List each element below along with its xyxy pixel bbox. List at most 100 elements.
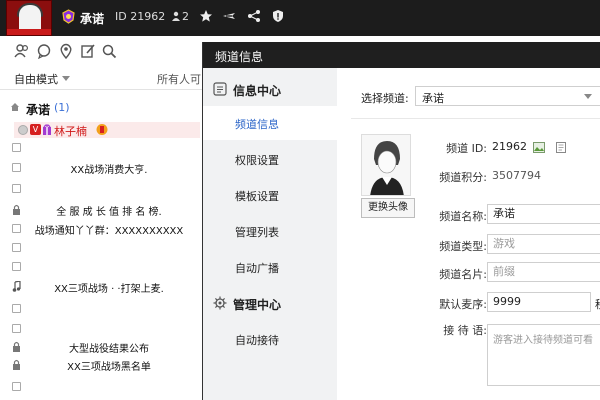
channel-avatar	[361, 134, 411, 196]
list-item[interactable]: 战场通知丫丫群：XXXXXXXXXX	[0, 222, 202, 237]
nav-section-info-center[interactable]: 信息中心	[203, 72, 337, 106]
channel-select[interactable]: 承诺	[415, 86, 600, 106]
divider	[351, 118, 600, 119]
share-icon[interactable]	[247, 9, 261, 23]
list-item[interactable]	[0, 241, 202, 255]
root-channel-name: 承诺	[26, 103, 51, 117]
channel-icon	[12, 163, 21, 172]
channel-icon	[12, 143, 21, 152]
list-item[interactable]: XX战场消费大亨.	[0, 161, 202, 176]
chat-icon[interactable]	[36, 43, 52, 59]
mic-order-input[interactable]: 9999	[487, 292, 591, 312]
nav-item-permissions[interactable]: 权限设置	[203, 142, 337, 176]
nav-item-channel-info[interactable]: 频道信息	[203, 106, 337, 140]
online-count: 2	[182, 10, 189, 23]
chevron-down-icon	[62, 76, 70, 81]
nav-item-label: 模板设置	[235, 190, 279, 203]
nav-section-label: 信息中心	[233, 84, 282, 98]
members-icon[interactable]	[14, 43, 30, 59]
channel-score-label: 频道积分:	[439, 171, 487, 184]
channel-id: ID 21962	[115, 10, 166, 23]
channel-id-value: 21962	[492, 140, 527, 153]
channel-select-value: 承诺	[422, 92, 444, 105]
channel-name-input[interactable]: 承诺	[487, 204, 600, 224]
mode-permission: 所有人可	[157, 73, 201, 86]
channel-type-label: 频道类型:	[439, 240, 487, 253]
medal-icon	[96, 124, 108, 135]
music-icon	[12, 281, 21, 292]
location-icon[interactable]	[58, 43, 74, 59]
list-item[interactable]: XX三项战场 · ·打架上麦.	[0, 280, 202, 295]
channel-info-dialog: 频道信息 信息中心 频道信息 权限设置 模板设置 管理列表 自动广播 管理中心 …	[202, 42, 600, 400]
gift-icon	[43, 124, 51, 135]
nav-item-admin-list[interactable]: 管理列表	[203, 214, 337, 248]
channel-type-input[interactable]: 游戏	[487, 234, 600, 254]
list-item-label: XX三项战场 · ·打架上麦.	[54, 284, 164, 295]
person-icon	[172, 11, 180, 21]
nav-item-auto-reception[interactable]: 自动接待	[203, 322, 337, 356]
nav-item-templates[interactable]: 模板设置	[203, 178, 337, 212]
nav-item-auto-broadcast[interactable]: 自动广播	[203, 250, 337, 284]
shield-icon[interactable]	[271, 9, 285, 23]
root-channel[interactable]: 承诺 (1)	[0, 98, 202, 118]
lock-icon	[13, 341, 20, 352]
search-icon[interactable]	[101, 43, 117, 59]
star-icon[interactable]	[199, 9, 213, 23]
copy-icon[interactable]	[556, 142, 568, 153]
user-list-item[interactable]: V 林子楠	[14, 122, 200, 138]
select-channel-label: 选择频道:	[361, 92, 409, 105]
list-item[interactable]	[0, 322, 202, 336]
gear-icon	[213, 296, 227, 310]
nav-section-label: 管理中心	[233, 298, 282, 312]
channel-owner-name: 承诺	[80, 12, 105, 26]
dialog-title: 频道信息	[215, 50, 264, 64]
lock-icon	[13, 204, 20, 215]
home-icon	[11, 103, 19, 111]
change-avatar-button[interactable]: 更换头像	[361, 198, 415, 218]
channel-score-value: 3507794	[492, 169, 541, 182]
list-item-label: XX三项战场黑名单	[67, 362, 151, 373]
dialog-sidebar: 信息中心 频道信息 权限设置 模板设置 管理列表 自动广播 管理中心 自动接待	[203, 68, 337, 400]
channel-icon	[12, 184, 21, 193]
channel-icon	[12, 382, 21, 391]
channel-id-label: 频道 ID:	[446, 142, 487, 155]
status-dot	[18, 125, 28, 135]
list-item[interactable]	[0, 260, 202, 274]
mic-order-unit: 秒	[595, 296, 600, 312]
channel-icon	[12, 304, 21, 313]
left-toolbar	[0, 36, 202, 66]
top-bar: 承诺 ID 21962 2	[0, 0, 600, 36]
nav-item-label: 权限设置	[235, 154, 279, 167]
root-channel-count: (1)	[54, 101, 70, 114]
avatar-ribbon	[7, 29, 51, 35]
list-item[interactable]	[0, 182, 202, 196]
list-item[interactable]: XX三项战场黑名单	[0, 358, 202, 373]
channel-icon	[12, 224, 21, 233]
user-name: 林子楠	[54, 125, 87, 138]
list-item[interactable]: 大型战役结果公布	[0, 340, 202, 355]
channel-icon	[12, 262, 21, 271]
mic-order-label: 默认麦序:	[439, 298, 487, 311]
lock-icon	[13, 359, 20, 370]
list-item[interactable]	[0, 380, 202, 394]
avatar[interactable]	[6, 0, 52, 36]
badge-icon	[62, 9, 75, 24]
image-icon[interactable]	[533, 142, 545, 153]
welcome-textarea[interactable]: 游客进入接待频道可看	[487, 324, 600, 386]
list-item[interactable]	[0, 302, 202, 316]
list-item[interactable]: 全 服 成 长 值 排 名 榜.	[0, 203, 202, 218]
plane-icon[interactable]	[222, 9, 236, 23]
welcome-label: 接 待 语:	[443, 324, 487, 337]
nav-item-label: 频道信息	[235, 118, 279, 131]
dialog-header[interactable]: 频道信息	[203, 42, 600, 68]
channel-card-input[interactable]: 前缀	[487, 262, 600, 282]
channel-card-label: 频道名片:	[439, 268, 487, 281]
list-item-label: 全 服 成 长 值 排 名 榜.	[56, 207, 162, 218]
edit-icon[interactable]	[80, 43, 96, 59]
list-item-label: 大型战役结果公布	[69, 344, 149, 355]
list-item[interactable]	[0, 141, 202, 155]
channel-icon	[12, 243, 21, 252]
mode-selector[interactable]: 自由模式 所有人可	[0, 66, 202, 90]
avatar-portrait	[362, 135, 410, 195]
nav-section-admin-center[interactable]: 管理中心	[203, 286, 337, 320]
